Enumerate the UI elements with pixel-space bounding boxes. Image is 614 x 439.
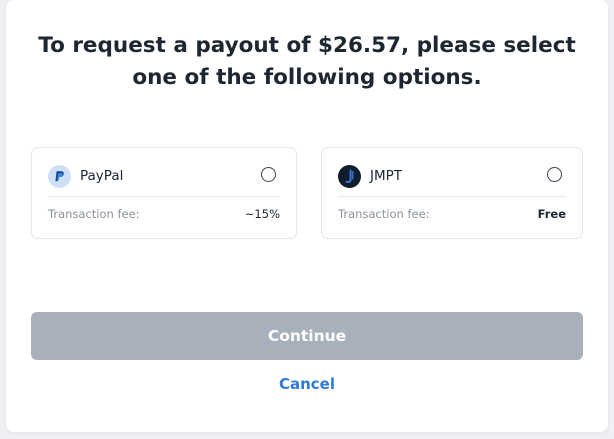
jmpt-icon bbox=[338, 165, 361, 188]
option-header: JMPT bbox=[338, 164, 566, 190]
dialog-title-line-2: one of the following options. bbox=[132, 65, 482, 90]
option-divider bbox=[338, 196, 566, 197]
option-divider bbox=[48, 196, 280, 197]
option-header: PayPal bbox=[48, 164, 280, 190]
paypal-radio[interactable] bbox=[261, 167, 276, 182]
dialog-title: To request a payout of $26.57, please se… bbox=[26, 30, 588, 94]
transaction-fee-label: Transaction fee: bbox=[338, 207, 430, 221]
transaction-fee-label: Transaction fee: bbox=[48, 207, 140, 221]
option-name: JMPT bbox=[370, 168, 403, 184]
payout-option-jmpt[interactable]: JMPT Transaction fee: Free bbox=[321, 147, 583, 239]
transaction-fee-value: Free bbox=[537, 207, 566, 221]
dialog-title-line-1: To request a payout of $26.57, please se… bbox=[38, 33, 576, 58]
jmpt-radio[interactable] bbox=[547, 167, 562, 182]
continue-button[interactable]: Continue bbox=[31, 312, 583, 360]
payout-option-paypal[interactable]: PayPal Transaction fee: ~15% bbox=[31, 147, 297, 239]
payout-dialog: To request a payout of $26.57, please se… bbox=[6, 0, 608, 432]
cancel-link[interactable]: Cancel bbox=[6, 375, 608, 393]
paypal-icon bbox=[48, 165, 71, 188]
option-name: PayPal bbox=[80, 168, 124, 184]
transaction-fee-value: ~15% bbox=[244, 207, 280, 221]
